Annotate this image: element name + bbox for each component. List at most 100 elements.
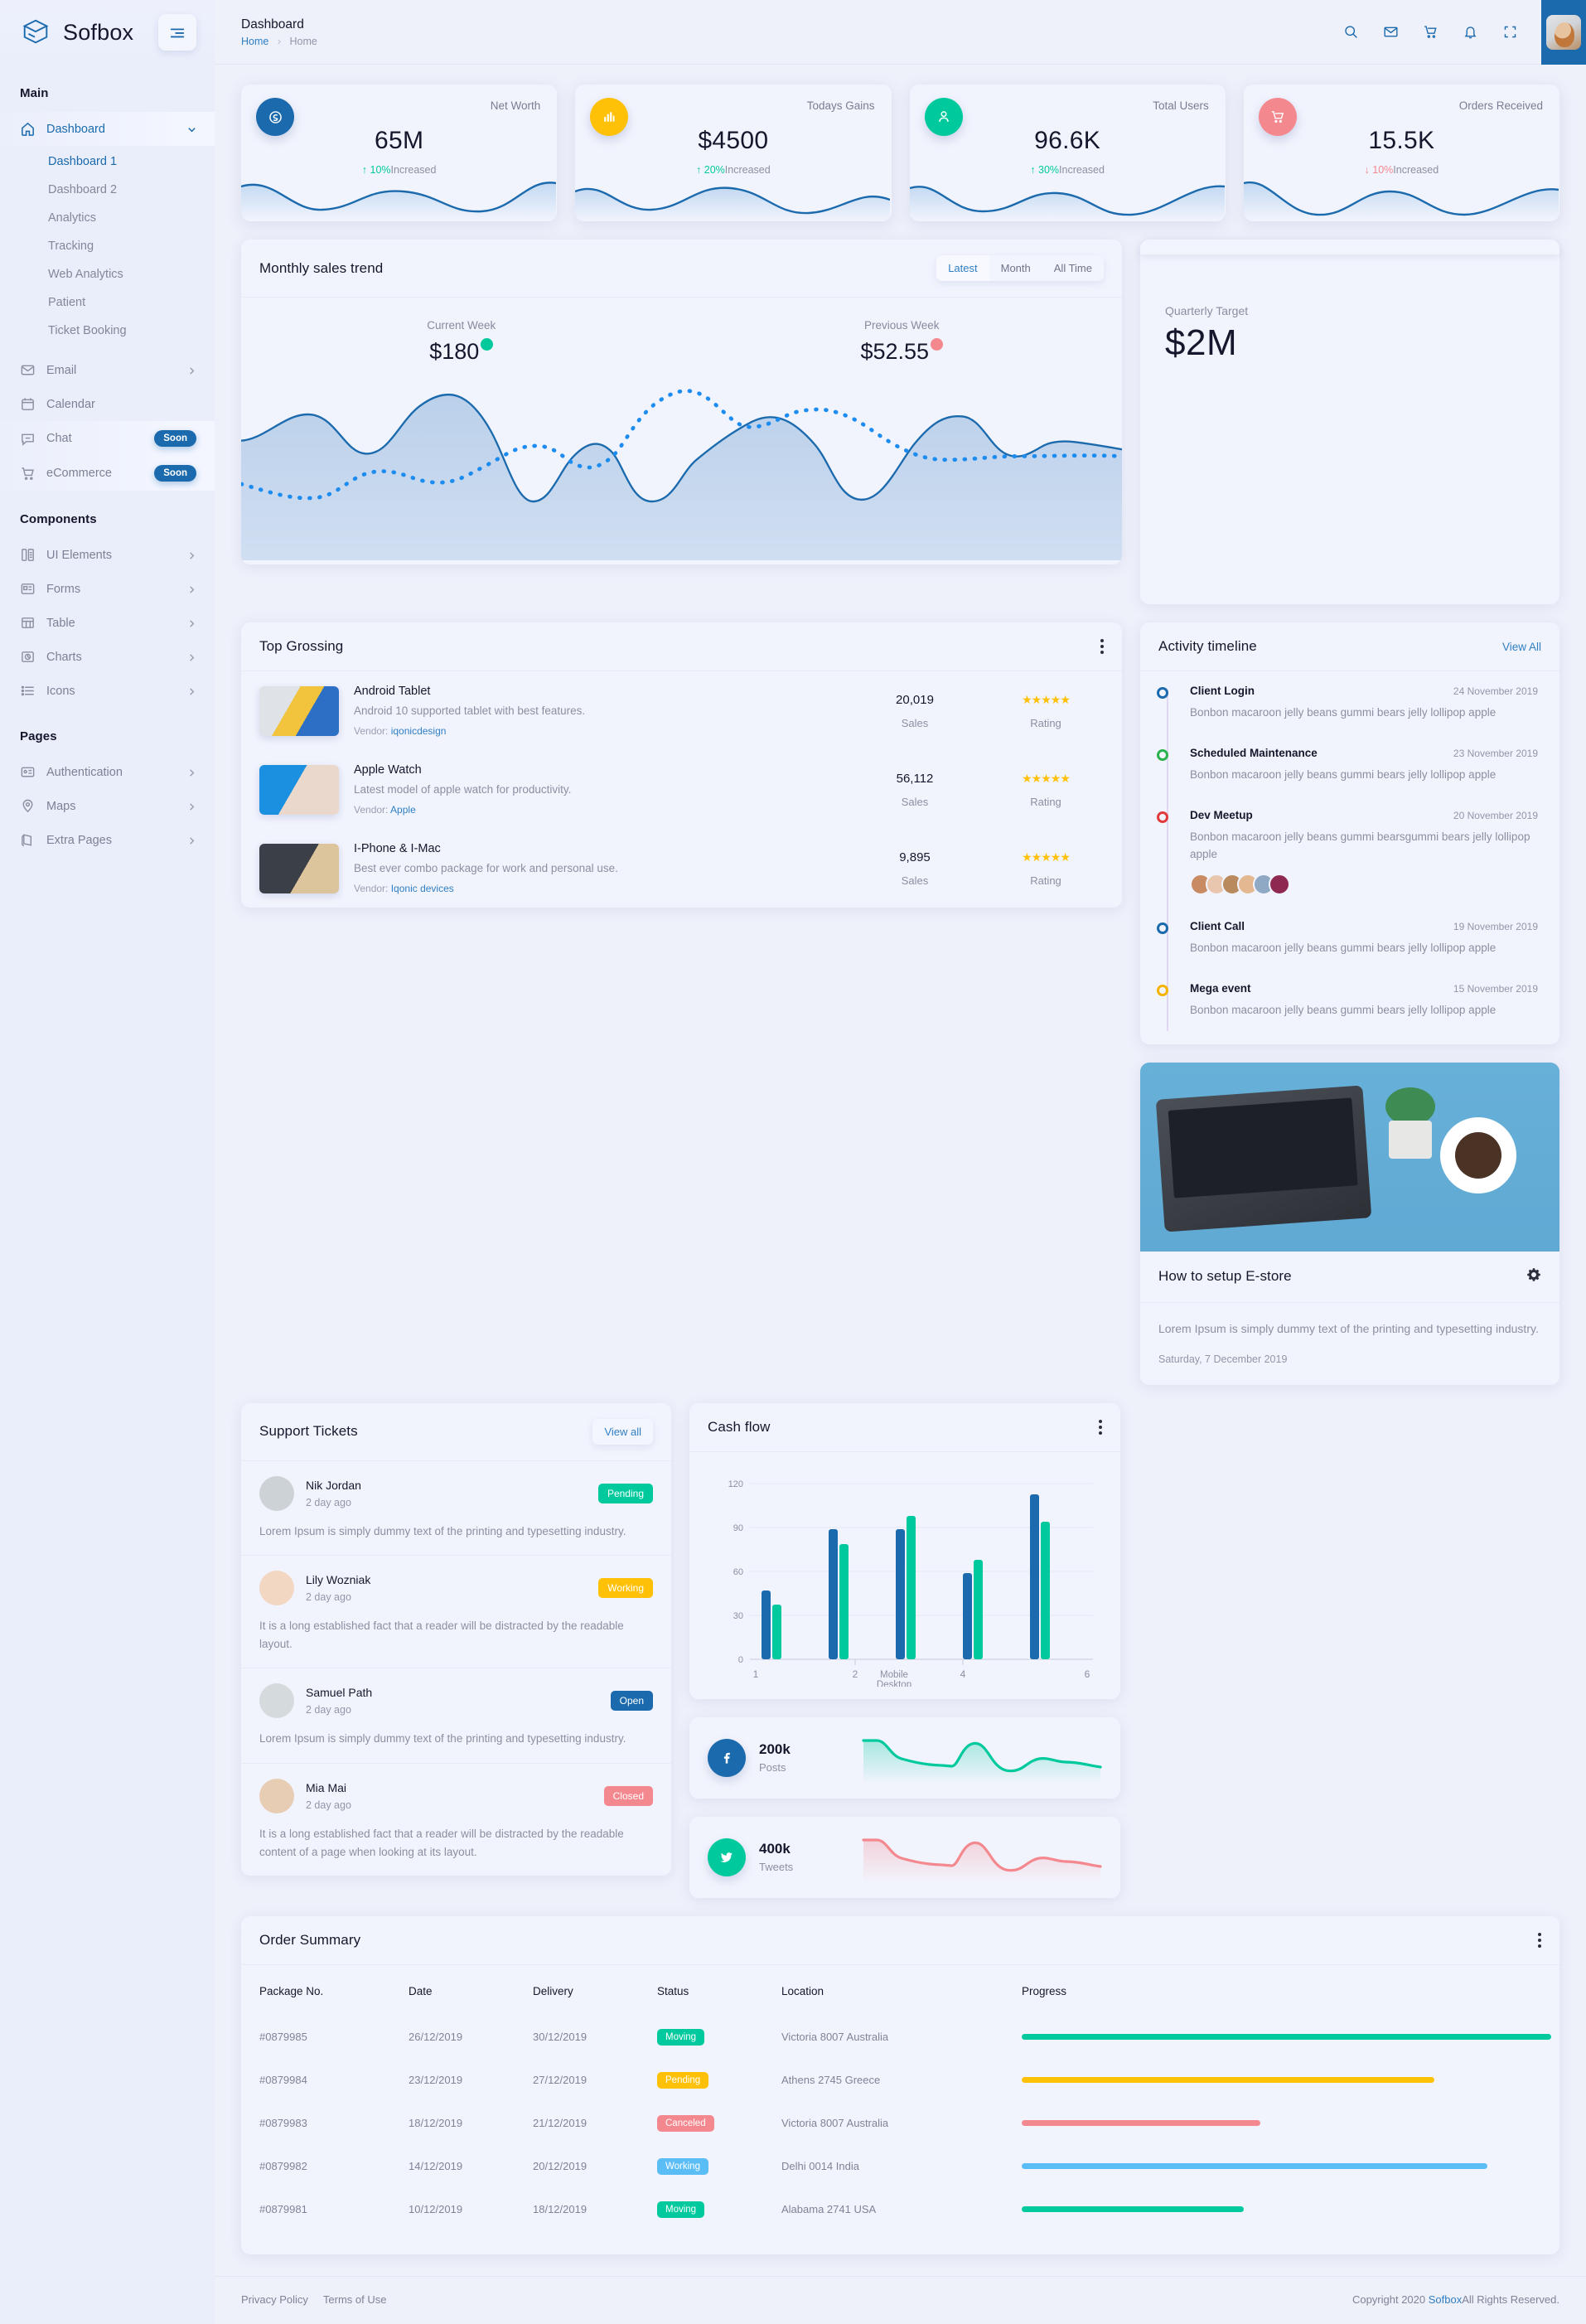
- vendor-label: Vendor:: [354, 804, 389, 816]
- sidebar-item-dashboard-2[interactable]: Dashboard 2: [0, 176, 215, 204]
- card-title: Activity timeline: [1158, 638, 1257, 654]
- sidebar-item-charts[interactable]: Charts: [0, 640, 215, 674]
- vendor-link[interactable]: Iqonic devices: [391, 883, 454, 894]
- ticket-author: Samuel Path: [306, 1686, 373, 1700]
- laptop-illustration: [1155, 1085, 1372, 1232]
- menu-toggle-icon[interactable]: [158, 14, 196, 51]
- stat-card-net-worth[interactable]: Net Worth 65M ↑ 10%Increased: [241, 85, 558, 221]
- tab-all-time[interactable]: All Time: [1042, 255, 1104, 281]
- estore-image: [1140, 1062, 1559, 1252]
- sidebar-item-forms[interactable]: Forms: [0, 572, 215, 606]
- facebook-stat-card[interactable]: 200k Posts: [689, 1716, 1120, 1799]
- vendor-link[interactable]: iqonicdesign: [391, 725, 447, 737]
- terms-of-use-link[interactable]: Terms of Use: [323, 2293, 387, 2306]
- cell-package-no: #0879985: [259, 2031, 307, 2044]
- ticket-time: 2 day ago: [306, 1591, 351, 1604]
- stat-card-orders-received[interactable]: Orders Received 15.5K ↓ 10%Increased: [1243, 85, 1559, 221]
- sidebar-item-dashboard[interactable]: Dashboard: [0, 112, 215, 146]
- list-item: Dev Meetup 20 November 2019 Bonbon macar…: [1157, 809, 1538, 920]
- charts-icon: [20, 649, 36, 665]
- tab-month[interactable]: Month: [989, 255, 1042, 281]
- sidebar-item-tracking[interactable]: Tracking: [0, 232, 215, 260]
- table-row[interactable]: Apple Watch Latest model of apple watch …: [241, 750, 1122, 829]
- ticket-time: 2 day ago: [306, 1799, 351, 1811]
- stat-card-todays-gains[interactable]: Todays Gains $4500 ↑ 20%Increased: [575, 85, 892, 221]
- timeline-dot-icon: [1157, 984, 1168, 996]
- more-options-icon[interactable]: [1099, 1419, 1102, 1435]
- sidebar-item-patient[interactable]: Patient: [0, 288, 215, 317]
- breadcrumb-current: Home: [289, 36, 317, 48]
- list-item[interactable]: Samuel Path 2 day ago Open Lorem Ipsum i…: [241, 1668, 671, 1764]
- timeline-date: 15 November 2019: [1453, 982, 1538, 995]
- search-icon[interactable]: [1331, 12, 1371, 52]
- sales-range-tabs: Latest Month All Time: [936, 255, 1104, 281]
- view-all-button[interactable]: View all: [592, 1418, 653, 1445]
- ticket-time: 2 day ago: [306, 1496, 351, 1508]
- sidebar-item-authentication[interactable]: Authentication: [0, 755, 215, 789]
- sidebar-item-analytics[interactable]: Analytics: [0, 204, 215, 232]
- status-badge: Canceled: [657, 2114, 714, 2132]
- product-name: Android Tablet: [354, 685, 431, 698]
- rating-label: Rating: [1030, 795, 1061, 808]
- right-column: Activity timeline View All Client Login …: [1140, 622, 1559, 1385]
- table-row[interactable]: Android Tablet Android 10 supported tabl…: [241, 671, 1122, 750]
- sidebar-item-ecommerce[interactable]: eCommerce Soon: [0, 456, 215, 491]
- more-options-icon[interactable]: [1100, 639, 1104, 654]
- mail-icon[interactable]: [1371, 12, 1410, 52]
- facebook-icon: [708, 1738, 746, 1777]
- stat-delta-value: 10%: [370, 164, 391, 176]
- sidebar-item-ticket-booking[interactable]: Ticket Booking: [0, 317, 215, 345]
- sidebar-item-email[interactable]: Email: [0, 353, 215, 387]
- timeline-title: Client Call: [1190, 919, 1245, 932]
- bell-icon[interactable]: [1450, 12, 1490, 52]
- breadcrumb-home-link[interactable]: Home: [241, 36, 268, 47]
- chat-icon: [20, 431, 36, 447]
- sidebar-item-maps[interactable]: Maps: [0, 789, 215, 823]
- privacy-policy-link[interactable]: Privacy Policy: [241, 2293, 308, 2306]
- top-actions: [1331, 0, 1586, 65]
- table-row[interactable]: #0879984 23/12/2019 27/12/2019 Pending A…: [241, 2059, 1559, 2102]
- stat-delta-text: Increased: [724, 164, 771, 176]
- chevron-right-icon: [187, 652, 196, 661]
- tab-latest[interactable]: Latest: [936, 255, 989, 281]
- sidebar-item-icons[interactable]: Icons: [0, 674, 215, 708]
- gear-icon[interactable]: [1526, 1267, 1541, 1286]
- cart-icon: [20, 466, 36, 482]
- table-row[interactable]: #0879982 14/12/2019 20/12/2019 Working D…: [241, 2145, 1559, 2188]
- avatar[interactable]: [1541, 0, 1586, 65]
- fullscreen-icon[interactable]: [1490, 12, 1530, 52]
- stat-card-total-users[interactable]: Total Users 96.6K ↑ 30%Increased: [909, 85, 1226, 221]
- sidebar-item-ui-elements[interactable]: UI Elements: [0, 538, 215, 572]
- twitter-stat-card[interactable]: 400k Tweets: [689, 1816, 1120, 1898]
- view-all-link[interactable]: View All: [1502, 641, 1541, 653]
- table-row[interactable]: #0879983 18/12/2019 21/12/2019 Canceled …: [241, 2102, 1559, 2145]
- previous-week-block: Previous Week $52.55: [682, 319, 1123, 365]
- sidebar-item-web-analytics[interactable]: Web Analytics: [0, 260, 215, 288]
- more-options-icon[interactable]: [1538, 1932, 1541, 1948]
- table-row[interactable]: #0879981 10/12/2019 18/12/2019 Moving Al…: [241, 2188, 1559, 2231]
- chevron-right-icon: [187, 801, 196, 811]
- status-badge: Closed: [603, 1786, 653, 1806]
- chevron-right-icon: [187, 686, 196, 695]
- sidebar-item-calendar[interactable]: Calendar: [0, 387, 215, 421]
- copyright-brand-link[interactable]: Sofbox: [1429, 2293, 1462, 2306]
- cell-package-no: #0879981: [259, 2203, 307, 2216]
- list-item[interactable]: Mia Mai 2 day ago Closed It is a long es…: [241, 1764, 671, 1876]
- list-item[interactable]: Lily Wozniak 2 day ago Working It is a l…: [241, 1556, 671, 1669]
- list-item[interactable]: Nik Jordan 2 day ago Pending Lorem Ipsum…: [241, 1461, 671, 1557]
- chevron-right-icon: [187, 584, 196, 593]
- grossing-and-timeline-row: Top Grossing Android Tablet Android 10 s…: [241, 622, 1559, 1385]
- vendor-link[interactable]: Apple: [390, 804, 416, 816]
- table-row[interactable]: I-Phone & I-Mac Best ever combo package …: [241, 829, 1122, 908]
- product-name: Apple Watch: [354, 763, 422, 777]
- sidebar-item-chat[interactable]: Chat Soon: [0, 421, 215, 456]
- table-row[interactable]: #0879985 26/12/2019 30/12/2019 Moving Vi…: [241, 2016, 1559, 2059]
- progress-bar: [1022, 2120, 1551, 2127]
- sidebar-item-table[interactable]: Table: [0, 606, 215, 640]
- cart-icon[interactable]: [1410, 12, 1450, 52]
- sidebar-item-label: Maps: [46, 799, 76, 813]
- sidebar-item-dashboard-1[interactable]: Dashboard 1: [0, 148, 215, 176]
- icons-list-icon: [20, 683, 36, 699]
- list-item: Client Login 24 November 2019 Bonbon mac…: [1157, 685, 1538, 747]
- sidebar-item-extra-pages[interactable]: Extra Pages: [0, 823, 215, 857]
